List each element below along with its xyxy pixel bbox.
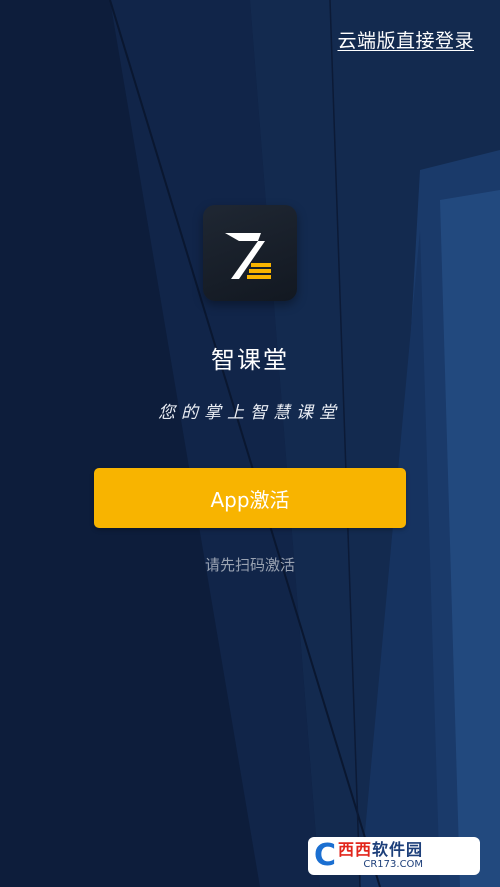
watermark-domain: CR173.COM bbox=[363, 859, 424, 870]
app-slogan: 您的掌上智慧课堂 bbox=[158, 403, 342, 423]
cloud-login-link[interactable]: 云端版直接登录 bbox=[337, 26, 474, 53]
watermark-logo-icon: C bbox=[314, 838, 337, 873]
app-name: 智课堂 bbox=[211, 346, 289, 374]
background-facets bbox=[0, 0, 500, 887]
app-activate-button[interactable]: App激活 bbox=[94, 468, 406, 528]
watermark-brand-dark: 软件园 bbox=[372, 840, 424, 859]
scan-hint: 请先扫码激活 bbox=[204, 556, 295, 574]
cr173-watermark: C 西西软件园 CR173.COM bbox=[308, 837, 480, 875]
activation-screen: 云端版直接登录 智课堂 您的掌上智慧课堂 App激活 请先扫码激活 C 西西软件… bbox=[0, 0, 500, 887]
watermark-brand: 西西软件园 bbox=[338, 842, 423, 858]
watermark-text: 西西软件园 CR173.COM bbox=[338, 842, 423, 870]
watermark-brand-red: 西西 bbox=[338, 840, 373, 859]
zhiketang-logo-icon bbox=[203, 205, 297, 301]
